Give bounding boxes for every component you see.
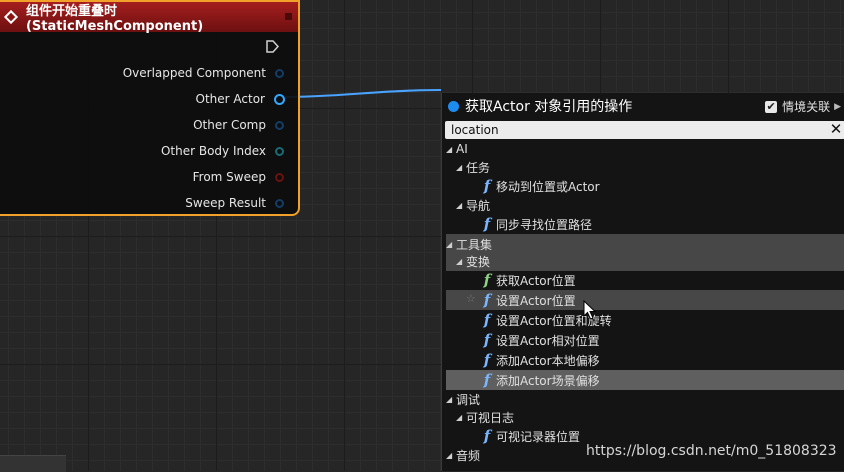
function-icon: f (483, 177, 491, 195)
category-label: AI (456, 142, 468, 156)
function-label: 同步寻找位置路径 (496, 217, 593, 232)
function-icon: f (483, 351, 491, 369)
function-label: 获取Actor位置 (496, 273, 576, 288)
expand-arrow-icon[interactable]: ◢ (456, 163, 466, 172)
object-reference-icon (448, 100, 459, 112)
function-item[interactable]: f 同步寻找位置路径 (446, 214, 844, 234)
function-item[interactable]: f 设置Actor位置和旋转 (446, 310, 844, 330)
pin-label: Other Body Index (160, 144, 266, 158)
function-icon: f (483, 291, 491, 309)
expand-arrow-icon[interactable]: ◢ (446, 451, 456, 460)
expand-arrow-icon[interactable]: ◢ (456, 413, 466, 422)
function-icon: f (483, 371, 491, 389)
integer-pin-icon[interactable] (275, 146, 284, 156)
search-input[interactable] (445, 121, 811, 139)
function-icon: f (483, 311, 491, 329)
check-icon: ✔ (766, 99, 776, 113)
context-sensitive-toggle[interactable]: ✔ 情境关联 ▶ (765, 98, 841, 115)
subcategory-navigation[interactable]: ◢ 导航 (446, 195, 844, 215)
category-debug[interactable]: ◢ 调试 (446, 389, 844, 409)
pin-label: Sweep Result (185, 196, 266, 210)
chevron-right-icon[interactable]: ▶ (834, 102, 841, 112)
clear-search-icon[interactable]: ✕ (829, 122, 843, 137)
object-pin-icon[interactable] (275, 120, 284, 130)
delegate-pin-icon[interactable] (285, 13, 292, 20)
category-ai[interactable]: ◢ AI (446, 139, 844, 159)
expand-arrow-icon[interactable]: ◢ (446, 145, 456, 154)
node-header[interactable]: 组件开始重叠时 (StaticMeshComponent) (0, 2, 298, 34)
function-item[interactable]: f 添加Actor本地偏移 (446, 350, 844, 370)
function-label: 添加Actor本地偏移 (496, 353, 600, 368)
subcategory-task[interactable]: ◢ 任务 (446, 157, 844, 177)
expand-arrow-icon[interactable]: ◢ (446, 240, 456, 249)
expand-arrow-icon[interactable]: ◢ (446, 395, 456, 404)
boolean-pin-icon[interactable] (275, 172, 284, 182)
function-label: 设置Actor相对位置 (496, 333, 600, 348)
pure-function-icon: f (483, 271, 491, 289)
node-title: 组件开始重叠时 (StaticMeshComponent) (25, 4, 204, 34)
subcategory-transform[interactable]: ◢ 变换 (446, 251, 844, 271)
bottom-panel-tab[interactable] (0, 455, 66, 472)
category-label: 工具集 (456, 237, 493, 252)
favorite-star-icon[interactable]: ☆ (466, 292, 476, 305)
subcategory-visual-log[interactable]: ◢ 可视日志 (446, 407, 844, 427)
category-label: 调试 (456, 392, 481, 407)
pin-other-comp[interactable]: Other Comp (193, 115, 284, 135)
object-pin-icon[interactable] (275, 68, 284, 78)
pin-from-sweep[interactable]: From Sweep (193, 167, 284, 187)
category-label: 音频 (456, 448, 481, 463)
context-sensitive-label: 情境关联 (782, 100, 831, 114)
pin-overlapped-component[interactable]: Overlapped Component (123, 63, 284, 83)
pin-other-actor[interactable]: Other Actor (196, 89, 285, 109)
pin-label: Other Comp (193, 118, 266, 132)
function-icon: f (483, 427, 491, 445)
function-item-selected[interactable]: f 添加Actor场景偏移 (446, 370, 844, 390)
expand-arrow-icon[interactable]: ◢ (456, 257, 466, 266)
event-icon (3, 9, 19, 25)
function-item[interactable]: f 设置Actor相对位置 (446, 330, 844, 350)
exec-output-pin-icon[interactable] (266, 40, 279, 53)
function-label: 设置Actor位置 (496, 293, 576, 308)
subcategory-label: 导航 (466, 198, 491, 213)
pin-other-body-index[interactable]: Other Body Index (161, 141, 284, 161)
search-box[interactable]: ✕ (445, 121, 844, 139)
expand-arrow-icon[interactable]: ◢ (456, 201, 466, 210)
pin-sweep-result[interactable]: Sweep Result (185, 193, 284, 213)
object-pin-connected-icon[interactable] (274, 93, 285, 105)
watermark-text: https://blog.csdn.net/m0_51808323 (586, 443, 837, 459)
function-item-hovered[interactable]: ☆ f 设置Actor位置 (446, 290, 844, 310)
action-context-menu[interactable]: 获取Actor 对象引用的操作 ✔ 情境关联 ▶ ✕ ◢ AI ◢ 任务 f 移… (441, 93, 844, 471)
struct-pin-icon[interactable] (275, 198, 284, 208)
event-node-component-begin-overlap[interactable]: 组件开始重叠时 (StaticMeshComponent) Overlapped… (0, 0, 300, 216)
menu-title: 获取Actor 对象引用的操作 (465, 99, 633, 115)
context-sensitive-checkbox[interactable]: ✔ (765, 99, 778, 113)
function-item[interactable]: f 移动到位置或Actor (446, 176, 844, 196)
function-item[interactable]: f 获取Actor位置 (446, 270, 844, 290)
function-label: 移动到位置或Actor (496, 179, 600, 194)
pin-label: From Sweep (192, 170, 266, 184)
function-label: 添加Actor场景偏移 (496, 373, 600, 388)
pin-label: Other Actor (195, 92, 265, 106)
subcategory-label: 可视日志 (466, 410, 515, 425)
subcategory-label: 任务 (466, 160, 491, 175)
function-label: 可视记录器位置 (496, 429, 581, 444)
subcategory-label: 变换 (466, 254, 491, 269)
function-icon: f (483, 215, 491, 233)
function-icon: f (483, 331, 491, 349)
pin-label: Overlapped Component (122, 66, 266, 80)
mouse-cursor-icon (583, 300, 597, 320)
